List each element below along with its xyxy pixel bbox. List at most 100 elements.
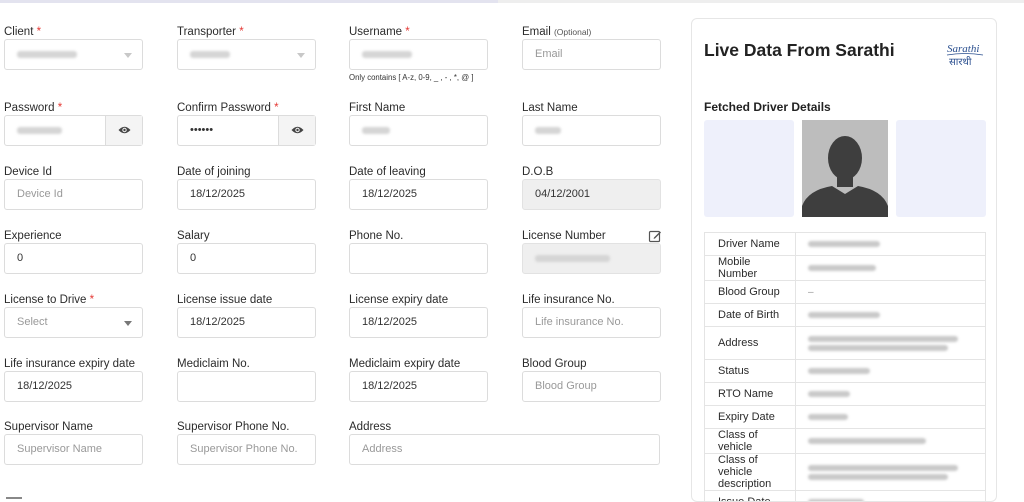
field-value: 18/12/2025 [362, 188, 418, 200]
required-asterisk: * [405, 26, 410, 38]
detail-label: Date of Birth [704, 303, 796, 327]
field-value: 18/12/2025 [362, 380, 418, 392]
obscured-value [808, 368, 870, 374]
field-label: Life insurance No. [522, 294, 615, 306]
password-input[interactable] [4, 115, 143, 146]
field-placeholder: Blood Group [535, 380, 597, 392]
field-label: Mediclaim expiry date [349, 358, 461, 370]
field-label: Date of joining [177, 166, 251, 178]
client-select[interactable] [4, 39, 143, 70]
chevron-down-icon[interactable] [297, 53, 305, 58]
date-of-leaving-input[interactable]: 18/12/2025 [349, 179, 488, 210]
field-label: Supervisor Name [4, 421, 93, 433]
detail-row: Driver Name [704, 232, 986, 256]
detail-row: Status [704, 359, 986, 383]
field-value: 18/12/2025 [17, 380, 73, 392]
username-input[interactable] [349, 39, 488, 70]
field-label: License to Drive * [4, 294, 95, 306]
detail-label: Address [704, 326, 796, 360]
detail-row: Date of Birth [704, 303, 986, 327]
life-insurance-expiry-date-input[interactable]: 18/12/2025 [4, 371, 143, 402]
supervisor-phone-input[interactable]: Supervisor Phone No. [177, 434, 316, 465]
scroll-indicator [6, 497, 22, 499]
obscured-value [808, 391, 850, 397]
field-label: Address [349, 421, 392, 433]
field-label: Mediclaim No. [177, 358, 250, 370]
field-label: License issue date [177, 294, 273, 306]
field-label: Supervisor Phone No. [177, 421, 290, 433]
field-label: D.O.B [522, 166, 554, 178]
field-placeholder: Supervisor Name [17, 443, 102, 455]
license-to-drive-select[interactable]: Select [4, 307, 143, 338]
show-password-button[interactable] [278, 116, 315, 145]
field-value: 18/12/2025 [190, 316, 246, 328]
confirm-password-input[interactable]: •••••• [177, 115, 316, 146]
obscured-value [808, 414, 848, 420]
edit-icon[interactable] [648, 229, 662, 243]
blood-group-input[interactable]: Blood Group [522, 371, 661, 402]
mediclaim-expiry-date-input[interactable]: 18/12/2025 [349, 371, 488, 402]
field-label: Password * [4, 102, 63, 114]
salary-input[interactable]: 0 [177, 243, 316, 274]
field-label: Blood Group [522, 358, 587, 370]
detail-label: Class of vehicle [704, 428, 796, 454]
optional-tag: (Optional) [553, 27, 592, 37]
detail-label: Status [704, 359, 796, 383]
detail-value-cell [795, 428, 986, 454]
detail-value-cell [795, 453, 986, 491]
detail-value-cell [795, 303, 986, 327]
detail-value-cell [795, 405, 986, 429]
obscured-value [535, 255, 610, 262]
eye-icon[interactable] [291, 125, 304, 135]
life-insurance-no-input[interactable]: Life insurance No. [522, 307, 661, 338]
username-hint: Only contains [ A-z, 0-9, _ , - , *, @ ] [349, 73, 474, 82]
phone-no-input[interactable] [349, 243, 488, 274]
detail-label: Blood Group [704, 280, 796, 304]
obscured-value [808, 265, 876, 271]
transporter-select[interactable] [177, 39, 316, 70]
first-name-input[interactable] [349, 115, 488, 146]
detail-value-cell [795, 490, 986, 501]
field-value: 18/12/2025 [362, 316, 418, 328]
supervisor-name-input[interactable]: Supervisor Name [4, 434, 143, 465]
date-of-joining-input[interactable]: 18/12/2025 [177, 179, 316, 210]
eye-icon[interactable] [118, 125, 131, 135]
obscured-value [362, 127, 390, 134]
driver-form: Client * Transporter * Username * Only cont… [0, 0, 680, 502]
license-expiry-date-input[interactable]: 18/12/2025 [349, 307, 488, 338]
field-label: Salary [177, 230, 210, 242]
field-label: Phone No. [349, 230, 404, 242]
field-label: License Number [522, 230, 606, 242]
detail-row: Expiry Date [704, 405, 986, 429]
required-asterisk: * [274, 102, 279, 114]
chevron-down-icon[interactable] [124, 321, 132, 326]
field-placeholder: Device Id [17, 188, 63, 200]
obscured-value [17, 51, 77, 58]
last-name-input[interactable] [522, 115, 661, 146]
experience-input[interactable]: 0 [4, 243, 143, 274]
obscured-value [808, 312, 880, 318]
sarathi-panel: Live Data From Sarathi Sarathi सारथी Fet… [691, 18, 997, 502]
chevron-down-icon[interactable] [124, 53, 132, 58]
field-placeholder: Address [362, 443, 403, 455]
field-value: •••••• [190, 124, 214, 136]
license-issue-date-input[interactable]: 18/12/2025 [177, 307, 316, 338]
driver-photo-row [704, 120, 986, 217]
mediclaim-no-input[interactable] [177, 371, 316, 402]
field-label: Device Id [4, 166, 52, 178]
field-label: First Name [349, 102, 406, 114]
address-input[interactable]: Address [349, 434, 660, 465]
required-asterisk: * [57, 102, 63, 114]
photo-placeholder-right [896, 120, 986, 217]
field-label: Email (Optional) [522, 26, 592, 38]
obscured-value [535, 127, 561, 134]
email-input[interactable]: Email [522, 39, 661, 70]
detail-value: – [808, 287, 814, 298]
driver-details-table: Driver Name Mobile Number Blood Group – Date… [704, 232, 986, 501]
detail-value-cell [795, 382, 986, 406]
field-value: 18/12/2025 [190, 188, 246, 200]
show-password-button[interactable] [105, 116, 142, 145]
field-label: Date of leaving [349, 166, 426, 178]
required-asterisk: * [239, 26, 244, 38]
device-id-input[interactable]: Device Id [4, 179, 143, 210]
